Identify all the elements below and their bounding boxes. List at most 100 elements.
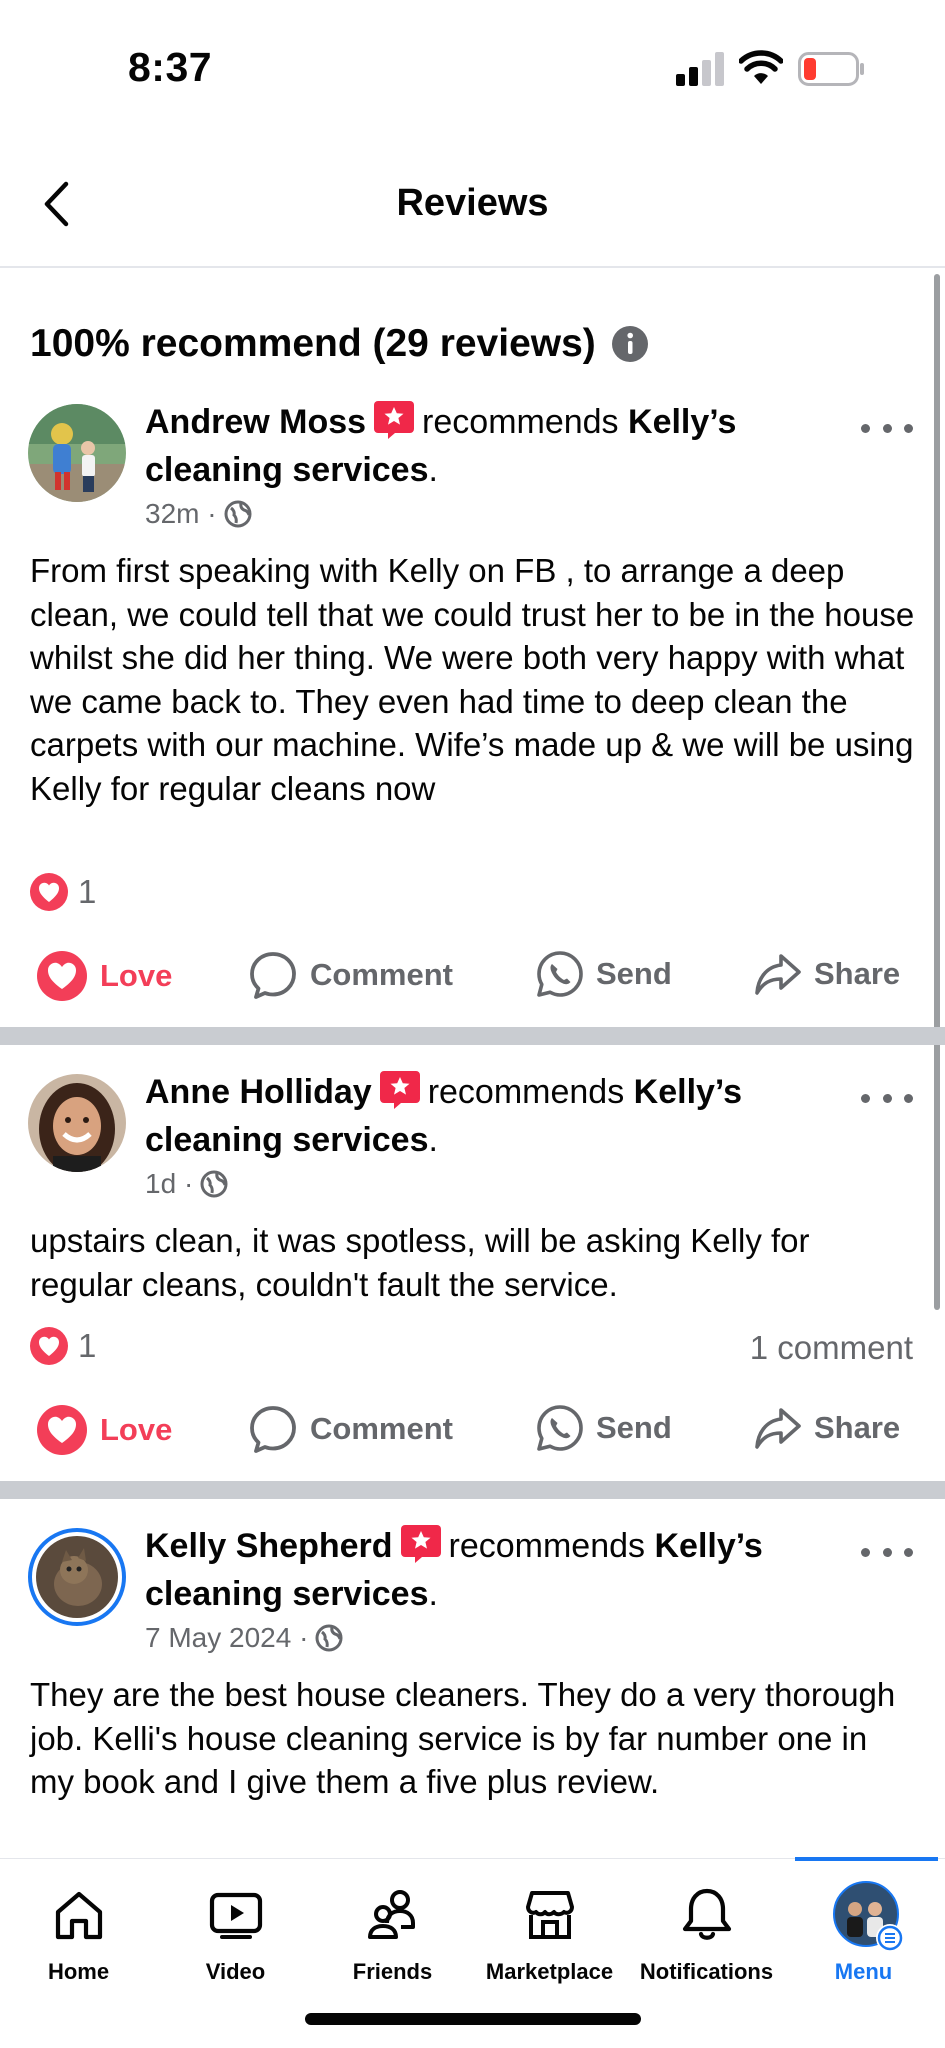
summary-text: 100% recommend (29 reviews) bbox=[30, 322, 596, 365]
send-label: Send bbox=[596, 1410, 672, 1445]
author-name[interactable]: Kelly Shepherd bbox=[145, 1527, 393, 1565]
share-label: Share bbox=[814, 1410, 901, 1445]
nav-friends[interactable]: Friends bbox=[314, 1859, 471, 2009]
review-meta: 7 May 2024 · bbox=[145, 1622, 344, 1654]
review-meta: 1d · bbox=[145, 1168, 229, 1200]
nav-notifications-label: Notifications bbox=[639, 1959, 774, 1984]
reaction-summary[interactable]: 1 bbox=[30, 1327, 96, 1365]
separator: · bbox=[299, 1622, 309, 1653]
comment-button[interactable]: Comment bbox=[248, 950, 453, 1000]
nav-marketplace[interactable]: Marketplace bbox=[471, 1859, 628, 2009]
nav-video-label: Video bbox=[205, 1959, 266, 1984]
home-icon bbox=[55, 1891, 102, 1940]
status-time: 8:37 bbox=[128, 44, 213, 90]
comment-icon bbox=[250, 1406, 296, 1453]
star-badge-icon bbox=[374, 401, 415, 439]
share-icon bbox=[755, 1408, 801, 1449]
globe-icon bbox=[315, 1624, 343, 1652]
status-bar: 8:37 bbox=[0, 0, 945, 130]
whatsapp-icon bbox=[537, 951, 583, 997]
love-button[interactable]: Love bbox=[36, 950, 172, 1002]
nav-marketplace-label: Marketplace bbox=[485, 1959, 614, 1984]
comment-button[interactable]: Comment bbox=[248, 1404, 453, 1454]
love-reaction-icon bbox=[30, 1327, 68, 1365]
video-icon bbox=[209, 1892, 262, 1939]
share-button[interactable]: Share bbox=[754, 1404, 900, 1452]
review-header: Anne Holliday recommends Kelly’s cleaning… bbox=[145, 1068, 805, 1164]
review-text: From first speaking with Kelly on FB , t… bbox=[30, 552, 915, 807]
review-text: upstairs clean, it was spotless, will be… bbox=[30, 1222, 810, 1303]
action-bar: Love Comment Send Share bbox=[0, 1404, 945, 1464]
send-label: Send bbox=[596, 956, 672, 991]
love-label: Love bbox=[100, 958, 173, 993]
reviews-summary: 100% recommend (29 reviews) bbox=[30, 322, 648, 366]
avatar[interactable] bbox=[28, 404, 126, 502]
more-options-button[interactable] bbox=[861, 1083, 913, 1113]
bell-icon bbox=[682, 1888, 731, 1940]
avatar[interactable] bbox=[28, 1528, 126, 1626]
action-bar: Love Comment Send Share bbox=[0, 950, 945, 1010]
timestamp[interactable]: 7 May 2024 bbox=[145, 1622, 291, 1654]
star-badge-icon bbox=[400, 1525, 441, 1563]
nav-friends-label: Friends bbox=[352, 1959, 433, 1984]
heart-icon bbox=[37, 1405, 87, 1455]
review-header: Andrew Moss recommends Kelly’s cleaning s… bbox=[145, 398, 805, 494]
menu-badge-icon bbox=[876, 1924, 904, 1952]
profile-avatar bbox=[833, 1881, 904, 1952]
share-icon bbox=[755, 954, 801, 995]
love-reaction-icon bbox=[30, 873, 68, 911]
globe-icon bbox=[224, 500, 252, 528]
friends-icon bbox=[367, 1890, 415, 1939]
author-name[interactable]: Anne Holliday bbox=[145, 1073, 372, 1111]
battery-icon bbox=[798, 52, 864, 86]
star-badge-icon bbox=[379, 1071, 420, 1109]
nav-home[interactable]: Home bbox=[0, 1859, 157, 2009]
post-divider bbox=[0, 1481, 945, 1499]
nav-menu-label: Menu bbox=[834, 1959, 893, 1984]
nav-video[interactable]: Video bbox=[157, 1859, 314, 2009]
period: . bbox=[428, 451, 438, 489]
share-label: Share bbox=[814, 956, 901, 991]
period: . bbox=[428, 1575, 438, 1613]
comment-label: Comment bbox=[310, 957, 453, 992]
love-label: Love bbox=[100, 1412, 173, 1447]
separator: · bbox=[183, 1168, 194, 1199]
send-button[interactable]: Send bbox=[536, 950, 672, 998]
more-options-button[interactable] bbox=[861, 1537, 913, 1567]
info-icon[interactable] bbox=[611, 326, 648, 362]
signal-icon bbox=[676, 52, 724, 86]
avatar[interactable] bbox=[28, 1074, 126, 1172]
marketplace-icon bbox=[525, 1891, 574, 1939]
recommends-text: recommends bbox=[422, 403, 619, 441]
share-button[interactable]: Share bbox=[754, 950, 900, 998]
review-header: Kelly Shepherd recommends Kelly’s cleanin… bbox=[145, 1522, 805, 1618]
timestamp[interactable]: 1d bbox=[145, 1168, 176, 1200]
header: Reviews bbox=[0, 140, 945, 268]
wifi-icon bbox=[739, 50, 783, 84]
timestamp[interactable]: 32m bbox=[145, 498, 199, 530]
reaction-summary[interactable]: 1 bbox=[30, 873, 96, 911]
nav-notifications[interactable]: Notifications bbox=[628, 1859, 785, 2009]
author-name[interactable]: Andrew Moss bbox=[145, 403, 366, 441]
heart-icon bbox=[37, 951, 87, 1001]
comment-count[interactable]: 1 comment bbox=[750, 1329, 913, 1367]
reaction-count: 1 bbox=[78, 873, 97, 910]
recommends-text: recommends bbox=[448, 1527, 646, 1565]
separator: · bbox=[207, 498, 217, 529]
love-button[interactable]: Love bbox=[36, 1404, 172, 1456]
nav-menu[interactable]: Menu bbox=[785, 1859, 942, 2009]
period: . bbox=[428, 1121, 438, 1159]
post-divider bbox=[0, 1027, 945, 1045]
recommends-text: recommends bbox=[427, 1073, 625, 1111]
home-indicator bbox=[305, 2013, 641, 2025]
send-button[interactable]: Send bbox=[536, 1404, 672, 1452]
review-meta: 32m · bbox=[145, 498, 253, 530]
scrollbar[interactable] bbox=[934, 274, 940, 1310]
review-text: They are the best house cleaners. They d… bbox=[30, 1676, 896, 1800]
whatsapp-icon bbox=[537, 1405, 583, 1451]
comment-icon bbox=[250, 952, 296, 999]
more-options-button[interactable] bbox=[861, 413, 913, 443]
globe-icon bbox=[200, 1170, 228, 1198]
comment-label: Comment bbox=[310, 1411, 453, 1446]
reaction-count: 1 bbox=[78, 1327, 97, 1364]
